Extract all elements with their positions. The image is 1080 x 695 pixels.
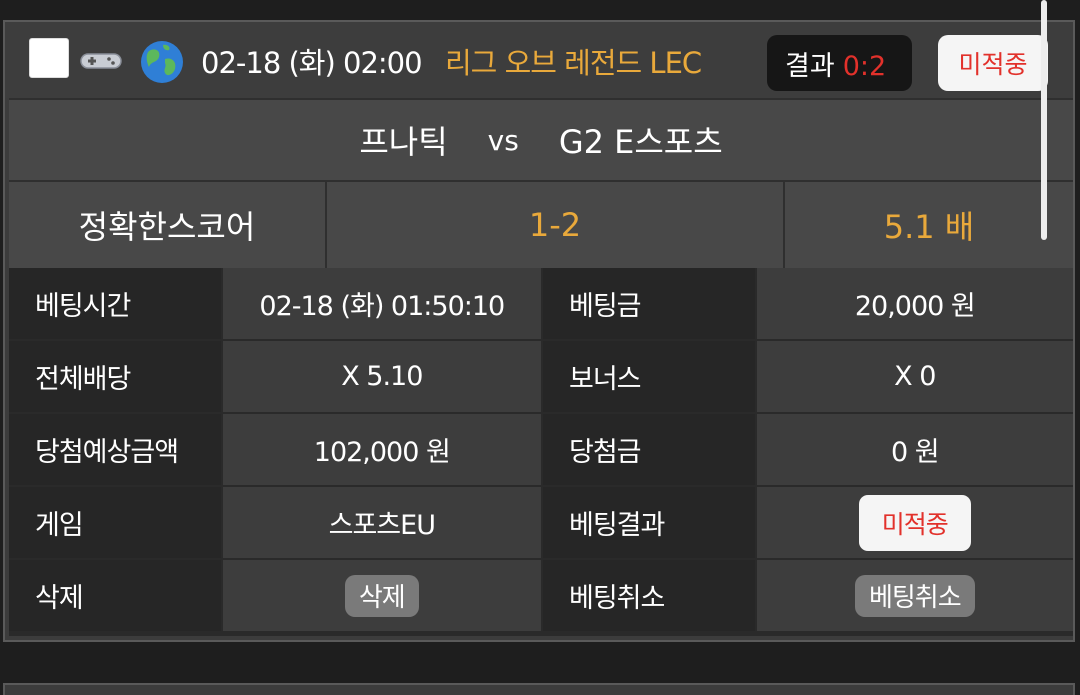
pick-score[interactable]: 1-2 bbox=[327, 182, 785, 268]
details-row: 전체배당 X 5.10 보너스 X 0 bbox=[9, 341, 1073, 412]
globe-icon bbox=[141, 41, 183, 83]
cancel-label: 베팅취소 bbox=[542, 560, 755, 631]
game-value: 스포츠EU bbox=[222, 487, 541, 558]
bet-result-label: 베팅결과 bbox=[542, 487, 755, 558]
gamepad-icon bbox=[80, 53, 122, 69]
home-team: 프나틱 bbox=[359, 123, 448, 161]
delete-cell: 삭제 bbox=[222, 560, 541, 631]
details-row: 게임 스포츠EU 베팅결과 미적중 bbox=[9, 487, 1073, 558]
bet-header: 02-18 (화) 02:00 리그 오브 레전드 LEC 결과 0:2 미적중 bbox=[5, 22, 1073, 98]
bet-amount-value: 20,000 원 bbox=[756, 268, 1073, 339]
result-box: 결과 0:2 bbox=[767, 35, 912, 91]
details-row: 당첨예상금액 102,000 원 당첨금 0 원 bbox=[9, 414, 1073, 485]
result-label: 결과 bbox=[785, 51, 835, 82]
total-odds-value: X 5.10 bbox=[222, 341, 541, 412]
pick-odds: 5.1 배 bbox=[883, 208, 975, 246]
delete-button[interactable]: 삭제 bbox=[344, 574, 419, 617]
cancel-bet-button[interactable]: 베팅취소 bbox=[854, 574, 975, 617]
scrollbar[interactable] bbox=[1041, 0, 1047, 240]
select-checkbox[interactable] bbox=[29, 38, 69, 78]
result-score: 0:2 bbox=[842, 51, 887, 82]
bet-details: 베팅시간 02-18 (화) 01:50:10 베팅금 20,000 원 전체배… bbox=[9, 268, 1073, 636]
next-bet-card bbox=[3, 683, 1075, 695]
details-row: 삭제 삭제 베팅취소 베팅취소 bbox=[9, 560, 1073, 631]
delete-label: 삭제 bbox=[9, 560, 221, 631]
league-name: 리그 오브 레전드 LEC bbox=[445, 46, 702, 80]
pick-row: 정확한스코어 1-2 5.1 배 bbox=[9, 182, 1073, 268]
match-teams: 프나틱 vs G2 E스포츠 bbox=[9, 98, 1073, 182]
bonus-label: 보너스 bbox=[542, 341, 755, 412]
bet-result-cell: 미적중 bbox=[756, 487, 1073, 558]
cancel-cell: 베팅취소 bbox=[756, 560, 1073, 631]
bonus-value: X 0 bbox=[756, 341, 1073, 412]
match-datetime: 02-18 (화) 02:00 bbox=[201, 46, 423, 80]
pick-type: 정확한스코어 bbox=[9, 182, 327, 268]
bet-time-value: 02-18 (화) 01:50:10 bbox=[222, 268, 541, 339]
total-odds-label: 전체배당 bbox=[9, 341, 221, 412]
bet-card: 02-18 (화) 02:00 리그 오브 레전드 LEC 결과 0:2 미적중 … bbox=[3, 20, 1075, 642]
bet-result-badge: 미적중 bbox=[858, 494, 971, 551]
game-label: 게임 bbox=[9, 487, 221, 558]
bet-amount-label: 베팅금 bbox=[542, 268, 755, 339]
vs-label: vs bbox=[487, 123, 519, 157]
win-amount-label: 당첨금 bbox=[542, 414, 755, 485]
expected-win-value: 102,000 원 bbox=[222, 414, 541, 485]
details-row: 베팅시간 02-18 (화) 01:50:10 베팅금 20,000 원 bbox=[9, 268, 1073, 339]
bet-time-label: 베팅시간 bbox=[9, 268, 221, 339]
expected-win-label: 당첨예상금액 bbox=[9, 414, 221, 485]
away-team: G2 E스포츠 bbox=[558, 123, 723, 161]
status-badge: 미적중 bbox=[938, 35, 1048, 91]
win-amount-value: 0 원 bbox=[756, 414, 1073, 485]
